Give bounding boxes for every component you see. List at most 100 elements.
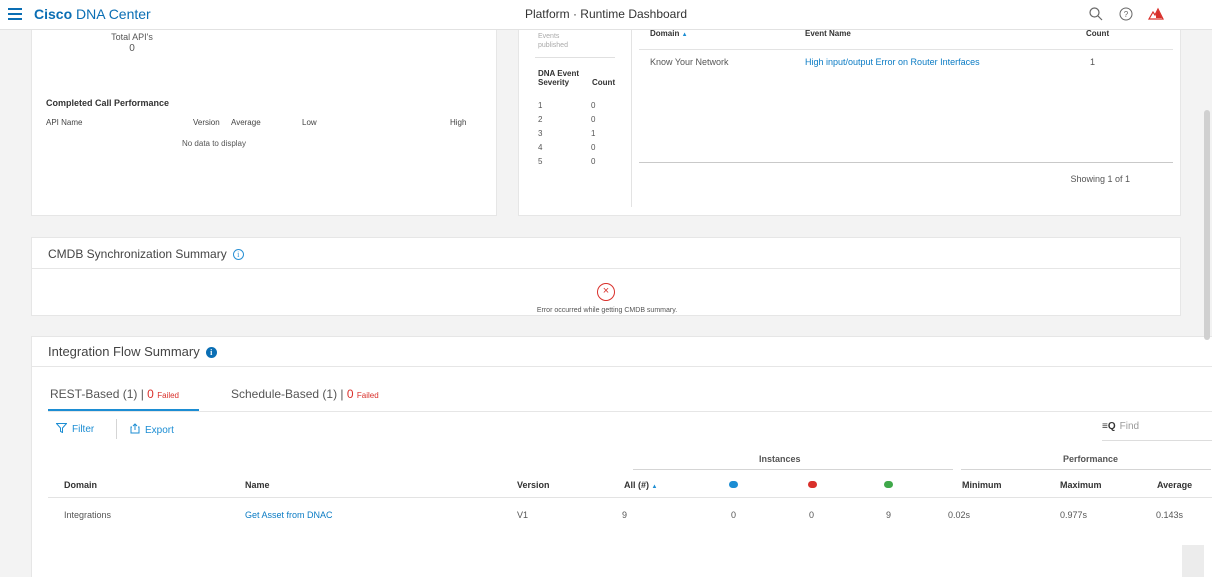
svg-text:?: ? (1124, 10, 1129, 19)
instances-group-line (633, 469, 953, 470)
failed-label: Failed (157, 391, 179, 400)
severity-value: 3 (538, 129, 543, 138)
export-icon (130, 423, 140, 434)
event-name-link[interactable]: High input/output Error on Router Interf… (805, 57, 980, 67)
performance-group-line (961, 469, 1211, 470)
failed-status-icon (808, 481, 817, 488)
header-icons: ? (1088, 6, 1164, 22)
tab-label: Schedule-Based (1) (231, 387, 338, 401)
export-button[interactable]: Export (130, 423, 174, 436)
total-api-stat: Total API's 0 (32, 32, 232, 54)
event-count-cell: 1 (1090, 57, 1096, 67)
failed-count: 0 (346, 387, 354, 401)
filter-icon (55, 423, 68, 434)
row-failed-count: 0 (809, 510, 815, 520)
col-success-header[interactable] (884, 480, 893, 490)
scroll-corner (1182, 545, 1204, 577)
cmdb-error-text: Error occurred while getting CMDB summar… (536, 307, 678, 314)
find-input[interactable]: ≡Q Find (1102, 421, 1212, 441)
vertical-divider (631, 29, 632, 207)
severity-header-line1: DNA Event (538, 69, 580, 78)
info-icon[interactable]: i (205, 347, 217, 358)
dna-events-card: Events published DNA Event Severity Coun… (518, 28, 1181, 216)
col-domain-header[interactable]: Domain (64, 480, 97, 490)
filter-label: Filter (72, 424, 95, 435)
severity-count: 0 (591, 115, 596, 124)
failed-label: Failed (356, 391, 379, 400)
col-high: High (450, 118, 467, 127)
col-all-header[interactable]: All (#) ▲ (624, 480, 657, 490)
col-event-name-header[interactable]: Event Name (805, 29, 851, 38)
col-failed-header[interactable] (808, 480, 817, 490)
export-label: Export (145, 425, 174, 436)
col-in-progress-header[interactable] (729, 480, 738, 490)
help-icon[interactable]: ? (1118, 6, 1134, 22)
empty-state-text: No data to display (181, 139, 247, 148)
search-filter-icon: ≡Q (1102, 421, 1116, 432)
cmdb-sync-card: CMDB Synchronization Summary i × Error oc… (31, 237, 1181, 316)
info-icon[interactable]: i (232, 249, 244, 260)
published-label: published (538, 42, 568, 49)
total-api-label: Total API's (111, 32, 153, 42)
api-stats-card: Total API's 0 Completed Call Performance… (31, 28, 497, 216)
severity-value: 2 (538, 115, 543, 124)
in-progress-status-icon (729, 481, 738, 488)
col-version: Version (193, 118, 220, 127)
col-maximum-header[interactable]: Maximum (1060, 480, 1102, 490)
active-tab-indicator (48, 409, 199, 411)
error-icon: × (597, 283, 615, 301)
col-minimum-header[interactable]: Minimum (962, 480, 1002, 490)
tab-label: REST-Based (1) (50, 387, 138, 401)
divider (535, 57, 615, 58)
tab-schedule-based[interactable]: Schedule-Based (1) | 0 Failed (231, 387, 379, 401)
tab-rest-based[interactable]: REST-Based (1) | 0 Failed (50, 387, 179, 401)
col-average-header[interactable]: Average (1157, 480, 1192, 490)
col-domain-label: Domain (650, 29, 680, 38)
col-domain-header[interactable]: Domain ▲ (650, 29, 688, 38)
severity-value: 5 (538, 157, 543, 166)
toolbar-divider (116, 419, 117, 439)
page-scrollbar[interactable] (1204, 110, 1210, 340)
integration-section-title: Integration Flow Summary i (48, 344, 217, 359)
cmdb-section-title: CMDB Synchronization Summary i (48, 247, 244, 261)
row-maximum: 0.977s (1060, 510, 1088, 520)
divider (32, 268, 1180, 269)
row-name-link[interactable]: Get Asset from DNAC (245, 510, 333, 520)
row-all-count: 9 (622, 510, 628, 520)
table-header-line (48, 497, 1212, 498)
severity-value: 1 (538, 101, 543, 110)
top-header: Cisco DNA Center Platform · Runtime Dash… (0, 0, 1212, 30)
instances-group-header: Instances (759, 454, 801, 464)
find-placeholder: Find (1119, 421, 1140, 432)
filter-button[interactable]: Filter (55, 423, 95, 435)
search-icon[interactable] (1088, 6, 1104, 22)
row-domain: Integrations (64, 510, 112, 520)
events-published-label: Events published (538, 32, 568, 50)
row-success-count: 9 (886, 510, 892, 520)
events-label: Events (538, 33, 560, 40)
col-version-header[interactable]: Version (517, 480, 550, 490)
col-name-header[interactable]: Name (245, 480, 270, 490)
col-count-header[interactable]: Count (1086, 29, 1109, 38)
table-footer-line (639, 162, 1173, 163)
col-all-label: All (#) (624, 480, 650, 490)
col-average: Average (231, 118, 261, 127)
page-title: Platform · Runtime Dashboard (524, 7, 688, 21)
row-in-progress-count: 0 (731, 510, 737, 520)
alert-icon[interactable] (1148, 6, 1164, 22)
severity-header-line2: Severity (538, 78, 570, 87)
pagination-showing: Showing 1 of 1 (1070, 174, 1130, 184)
severity-count: 0 (591, 143, 596, 152)
cmdb-title-text: CMDB Synchronization Summary (48, 247, 227, 261)
integration-flow-card: Integration Flow Summary i REST-Based (1)… (31, 336, 1212, 577)
event-domain-cell: Know Your Network (650, 57, 729, 67)
performance-group-header: Performance (1063, 454, 1119, 464)
tabs-baseline (48, 411, 1212, 412)
sort-asc-icon: ▲ (681, 32, 688, 38)
call-performance-title: Completed Call Performance (46, 98, 170, 108)
severity-value: 4 (538, 143, 543, 152)
success-status-icon (884, 481, 893, 488)
severity-count: 0 (591, 157, 596, 166)
integration-title-text: Integration Flow Summary (48, 344, 200, 359)
severity-count-header: Count (592, 78, 616, 87)
